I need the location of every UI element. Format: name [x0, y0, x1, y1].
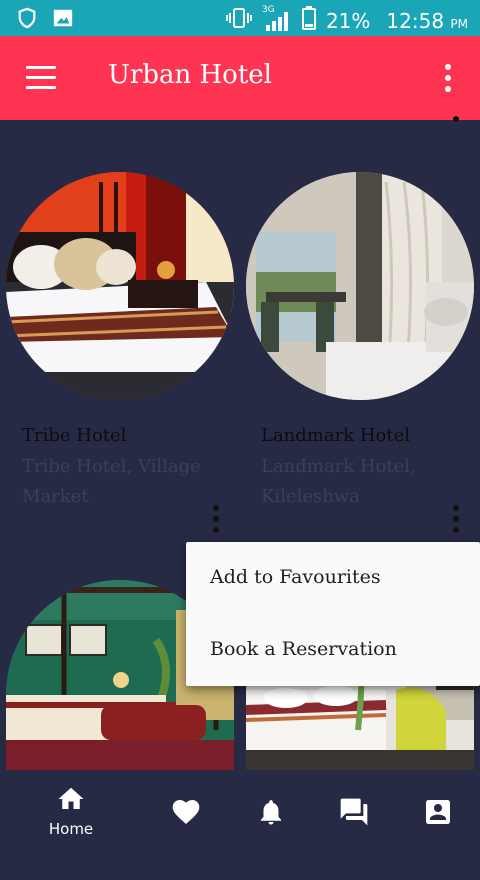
clock-time: 12:58: [386, 8, 445, 33]
battery-percent: 21%: [325, 8, 371, 33]
nav-messages[interactable]: [336, 796, 372, 880]
more-vert-icon[interactable]: [444, 64, 452, 94]
menu-item-add-favourites[interactable]: Add to Favourites: [210, 566, 381, 588]
battery-icon: [301, 6, 316, 35]
heart-icon: [169, 796, 203, 832]
clock-ampm: PM: [450, 16, 468, 31]
home-icon: [55, 784, 87, 818]
hotel-address: Landmark Hotel, Kileleshwa: [261, 456, 416, 507]
hotel-name: Tribe Hotel: [22, 425, 127, 446]
app-title: Urban Hotel: [108, 60, 272, 90]
status-bar: 3G 21% 12:58 PM: [0, 0, 480, 36]
bottom-navigation: Home: [0, 770, 480, 854]
image-icon: [52, 7, 74, 33]
nav-account[interactable]: [422, 796, 454, 880]
card-menu-icon[interactable]: [452, 116, 460, 126]
shield-icon: [16, 7, 38, 33]
signal-icon: 3G: [262, 5, 292, 33]
chat-icon: [337, 796, 371, 832]
hotel-address: Tribe Hotel, Village Market: [22, 456, 201, 507]
clock: 12:58 PM: [386, 9, 468, 33]
hotel-image[interactable]: [246, 172, 474, 400]
nav-favourites[interactable]: [168, 796, 204, 880]
nav-home-label: Home: [48, 820, 94, 838]
app-bar: Urban Hotel: [0, 36, 480, 120]
nav-notifications[interactable]: [256, 796, 286, 880]
hotel-image[interactable]: [6, 172, 234, 400]
card-menu-icon[interactable]: [212, 505, 220, 535]
card-menu-icon[interactable]: [452, 505, 460, 535]
menu-icon[interactable]: [26, 66, 56, 90]
menu-item-book-reservation[interactable]: Book a Reservation: [210, 638, 397, 660]
nav-home[interactable]: Home: [48, 784, 94, 868]
account-icon: [422, 796, 454, 832]
card-popup-menu: Add to Favourites Book a Reservation: [186, 542, 480, 686]
hotel-name: Landmark Hotel: [261, 425, 411, 446]
vibrate-icon: [225, 7, 252, 34]
hotel-card[interactable]: [6, 172, 236, 400]
bell-icon: [256, 796, 286, 832]
hotel-card[interactable]: [246, 172, 476, 400]
